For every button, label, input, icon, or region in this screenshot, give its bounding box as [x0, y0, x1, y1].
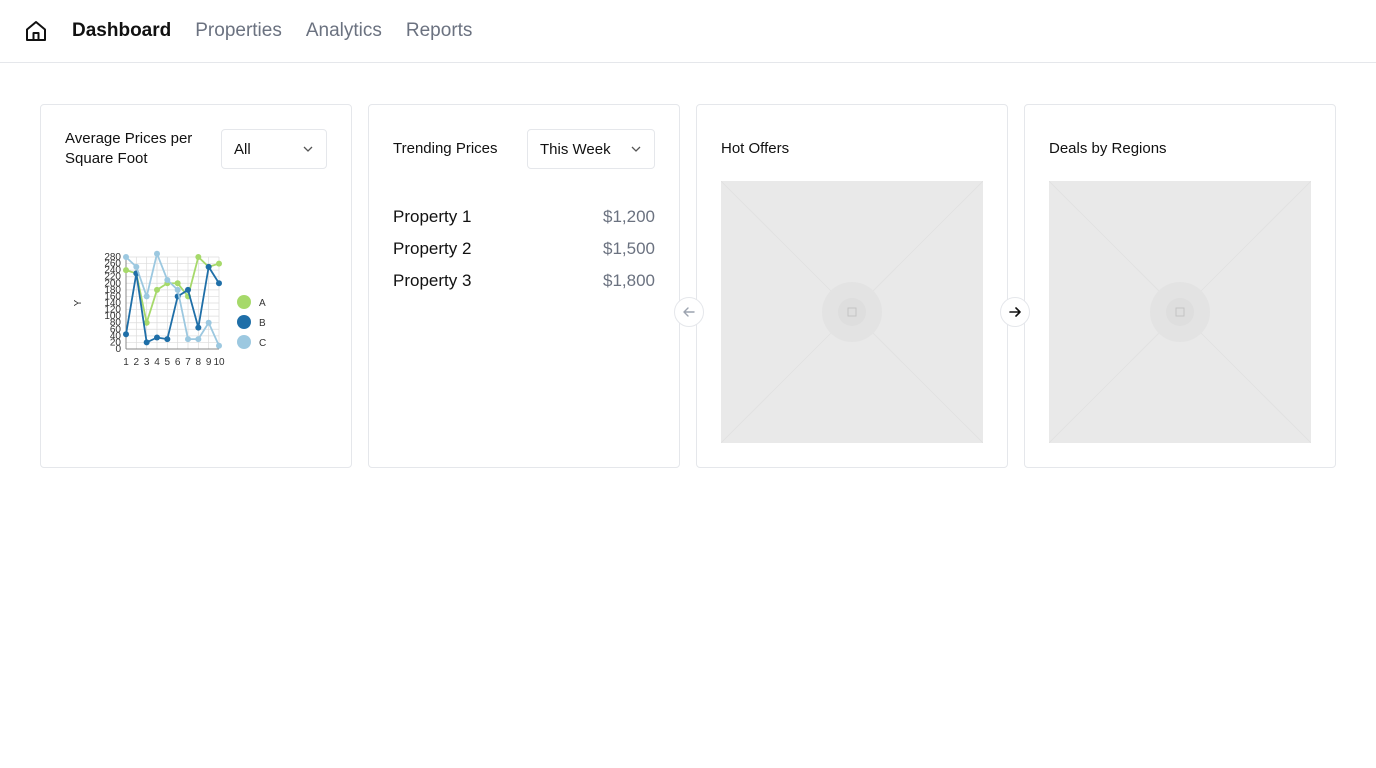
data-point-A	[195, 254, 202, 260]
data-point-C	[174, 286, 181, 293]
legend-marker-C	[237, 335, 251, 349]
x-tick-label: 9	[206, 357, 212, 368]
data-point-B	[185, 286, 191, 293]
property-price: $1,500	[603, 239, 655, 258]
trending-prices-card: Trending Prices This Week Property 1 $1,…	[368, 104, 680, 468]
data-point-C	[195, 336, 202, 343]
x-tick-label: 8	[196, 357, 202, 368]
data-point-A	[216, 260, 222, 267]
hot-offers-image-placeholder	[721, 181, 983, 443]
data-point-C	[143, 293, 150, 300]
data-point-B	[154, 334, 160, 341]
y-tick-label: 280	[104, 252, 121, 263]
data-point-C	[154, 250, 160, 257]
data-point-C	[164, 277, 171, 283]
trending-period-dropdown[interactable]: This Week	[527, 129, 655, 169]
nav-reports[interactable]: Reports	[406, 20, 473, 42]
carousel-prev-button[interactable]	[674, 297, 704, 327]
image-placeholder-icon	[1049, 181, 1311, 443]
nav-analytics[interactable]: Analytics	[306, 20, 382, 42]
legend-label-C: C	[259, 338, 266, 349]
property-price: $1,800	[603, 271, 655, 290]
property-name: Property 1	[393, 207, 472, 226]
arrow-right-icon	[1008, 305, 1022, 319]
data-point-C	[185, 336, 191, 343]
line-chart: 0204060801001201401601802002202402602801…	[73, 250, 266, 397]
legend-label-B: B	[259, 318, 266, 329]
deals-by-regions-card: Deals by Regions	[1024, 104, 1336, 468]
list-item[interactable]: Property 1 $1,200	[393, 201, 655, 233]
list-item[interactable]: Property 3 $1,800	[393, 265, 655, 297]
hot-offers-card: Hot Offers	[696, 104, 1008, 468]
data-point-C	[216, 342, 222, 349]
top-nav-bar: Dashboard Properties Analytics Reports	[0, 0, 1376, 63]
data-point-B	[164, 336, 171, 343]
trending-period-value: This Week	[540, 140, 611, 158]
x-tick-label: 4	[154, 357, 160, 368]
property-price: $1,200	[603, 207, 655, 226]
property-name: Property 3	[393, 271, 472, 290]
data-point-A	[174, 280, 181, 287]
deals-image-placeholder	[1049, 181, 1311, 443]
hot-offers-title: Hot Offers	[721, 140, 790, 157]
avg-price-filter-value: All	[234, 140, 251, 158]
data-point-C	[133, 263, 140, 270]
deals-title: Deals by Regions	[1049, 140, 1167, 157]
nav-dashboard[interactable]: Dashboard	[72, 20, 171, 42]
data-point-B	[216, 280, 222, 287]
legend-label-A: A	[259, 298, 266, 309]
x-tick-label: 6	[175, 357, 181, 368]
data-point-B	[123, 331, 129, 338]
avg-price-filter-dropdown[interactable]: All	[221, 129, 327, 169]
property-name: Property 2	[393, 239, 472, 258]
data-point-C	[123, 254, 129, 260]
legend-marker-B	[237, 315, 251, 329]
y-axis-label: Y	[73, 299, 84, 306]
trending-title: Trending Prices	[393, 140, 498, 157]
image-placeholder-icon	[721, 181, 983, 443]
data-point-C	[205, 319, 212, 326]
avg-price-title: Average Prices per Square Foot	[65, 130, 193, 167]
chevron-down-icon	[302, 143, 314, 155]
avg-price-card: Average Prices per Square Foot All 0 20 40…	[40, 104, 352, 468]
data-point-A	[154, 286, 160, 293]
x-tick-label: 5	[165, 357, 171, 368]
data-point-B	[143, 339, 150, 346]
x-tick-label: 10	[213, 357, 225, 368]
carousel-next-button[interactable]	[1000, 297, 1030, 327]
card-row: Average Prices per Square Foot All 0 20 40…	[40, 104, 1336, 468]
trending-list: Property 1 $1,200 Property 2 $1,500 Prop…	[393, 201, 655, 297]
x-tick-label: 1	[123, 357, 129, 368]
chevron-down-icon	[630, 143, 642, 155]
avg-price-chart: 0 20 40 60 80 100 120 140 160 180 200 220 240 260 280 1…	[71, 245, 281, 397]
list-item[interactable]: Property 2 $1,500	[393, 233, 655, 265]
legend-marker-A	[237, 295, 251, 309]
data-point-B	[205, 263, 212, 270]
home-icon[interactable]	[24, 19, 48, 43]
nav-properties[interactable]: Properties	[195, 20, 282, 42]
x-tick-label: 3	[144, 357, 150, 368]
data-point-B	[195, 324, 202, 331]
data-point-A	[123, 267, 129, 274]
x-tick-label: 2	[134, 357, 140, 368]
x-tick-label: 7	[185, 357, 191, 368]
main-nav: Dashboard Properties Analytics Reports	[72, 20, 472, 42]
arrow-left-icon	[682, 305, 696, 319]
